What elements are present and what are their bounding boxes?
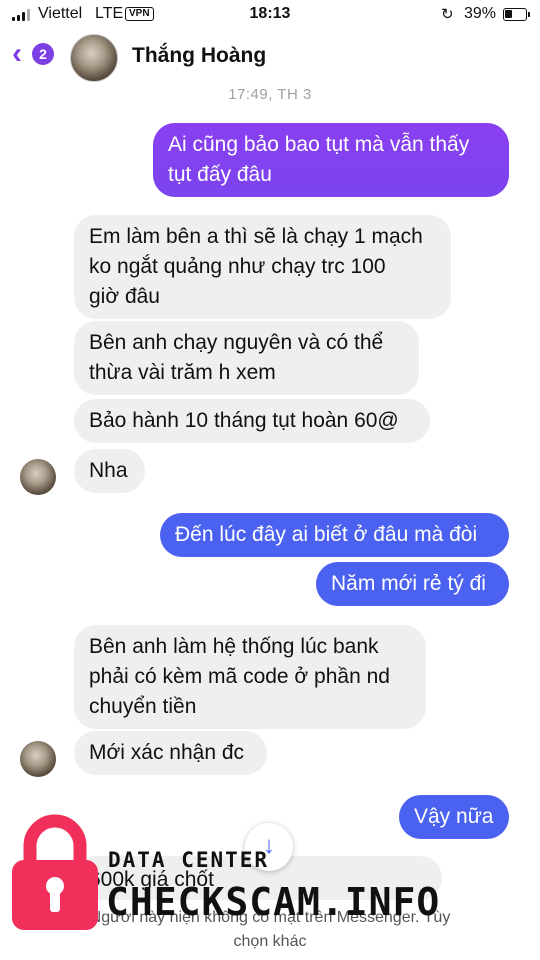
battery-percentage: 39% [464,5,497,22]
status-bar: Viettel LTE VPN 18:13 ↻ 39% [0,0,540,30]
message-bubble-incoming[interactable]: Bên anh chạy nguyên và có thể thừa vài t… [74,321,419,395]
battery-icon [503,8,530,21]
sender-avatar[interactable] [20,741,56,777]
message-bubble-outgoing[interactable]: Đến lúc đây ai biết ở đâu mà đòi [160,513,509,557]
chevron-left-icon[interactable]: ‹ [12,39,22,69]
message-bubble-incoming[interactable]: Em làm bên a thì sẽ là chạy 1 mạch ko ng… [74,215,451,319]
message-bubble-outgoing[interactable]: Vậy nữa [399,795,509,839]
message-bubble-outgoing[interactable]: Ai cũng bảo bao tụt mà vẫn thấy tụt đấy … [153,123,509,197]
sender-avatar[interactable] [20,459,56,495]
message-timestamp: 17:49, TH 3 [228,86,312,103]
message-bubble-outgoing[interactable]: Năm mới rẻ tý đi [316,562,509,606]
message-bubble-incoming[interactable]: Bảo hành 10 tháng tụt hoàn 60@ [74,399,430,443]
battery-fill [505,10,512,18]
message-bubble-incoming[interactable]: Bên anh làm hệ thống lúc bank phải có kè… [74,625,426,729]
unread-count-badge[interactable]: 2 [32,43,54,65]
message-bubble-incoming[interactable]: Mới xác nhận đc [74,731,267,775]
watermark-title: CHECKSCAM.INFO [106,880,441,924]
status-time: 18:13 [249,5,291,22]
lock-icon [12,814,98,930]
message-bubble-incoming[interactable]: Nha [74,449,145,493]
contact-name[interactable]: Thắng Hoàng [132,44,266,68]
orientation-lock-icon: ↻ [441,6,454,23]
watermark-subtitle: DATA CENTER [108,848,270,872]
contact-avatar[interactable] [70,34,118,82]
conversation-header: ‹ 2 Thắng Hoàng [0,30,540,82]
